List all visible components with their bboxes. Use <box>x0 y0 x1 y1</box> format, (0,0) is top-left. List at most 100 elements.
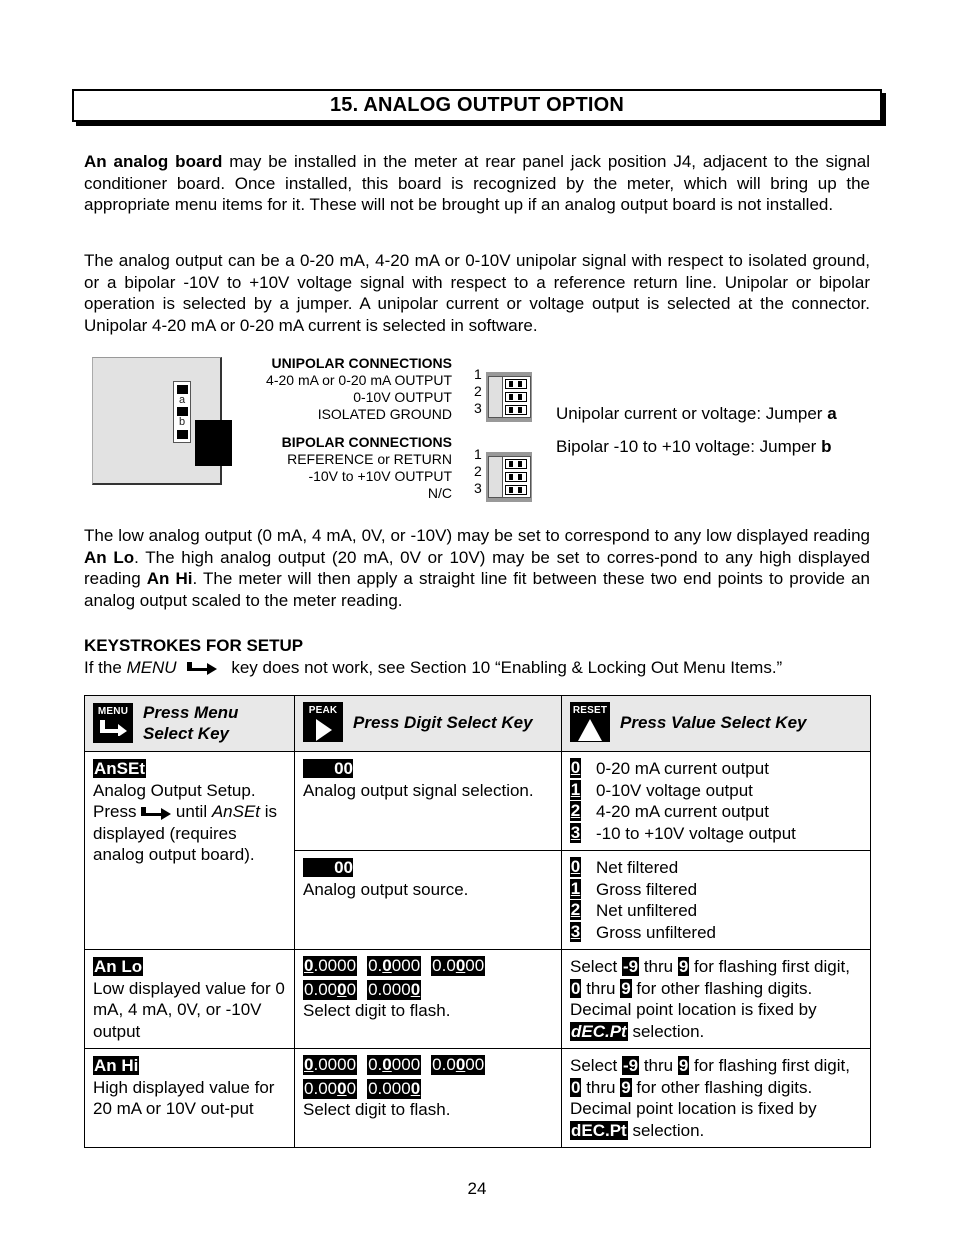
unipolar-pin-3: ISOLATED GROUND <box>317 406 452 422</box>
digit-option: 0.0000 <box>431 956 486 976</box>
option-item: 2 Net unfiltered <box>570 900 698 920</box>
digit-option: 0.0000 <box>367 1079 422 1099</box>
bipolar-heading: BIPOLAR CONNECTIONS <box>281 434 452 450</box>
unipolar-pin-1: 4-20 mA or 0-20 mA OUTPUT <box>266 372 452 388</box>
bipolar-pin-1: REFERENCE or RETURN <box>287 451 452 467</box>
digit-option: 0.0000 <box>303 980 358 1000</box>
keystrokes-note: If the MENU key does not work, see Secti… <box>84 658 783 677</box>
unipolar-connector-icon: 1 2 3 <box>474 366 534 422</box>
page-number: 24 <box>467 1179 487 1198</box>
digit-note: Select digit to flash. <box>303 1001 451 1020</box>
table-row-anset: AnSEt Analog Output Setup. Press until A… <box>84 751 871 950</box>
bipolar-connector-icon: 1 2 3 <box>474 446 534 502</box>
decpt-display: dEC.Pt <box>570 1021 628 1041</box>
pin-number: 1 <box>474 446 482 462</box>
anhi-digits-cell: 0.0000 0.0000 0.0000 0.0000 0.0000 Select di… <box>294 1048 562 1148</box>
unipolar-pin-2: 0-10V OUTPUT <box>353 389 452 405</box>
an-lo-ref: An Lo <box>84 547 135 567</box>
digit-option: 0.0000 <box>367 956 422 976</box>
keystrokes-heading: KEYSTROKES FOR SETUP <box>84 636 304 655</box>
anset-cell: AnSEt Analog Output Setup. Press until A… <box>84 751 295 950</box>
decpt-display: dEC.Pt <box>570 1120 628 1140</box>
digit-option: 0.0000 <box>303 956 358 976</box>
unipolar-heading: UNIPOLAR CONNECTIONS <box>271 355 452 371</box>
pin-number: 3 <box>474 400 482 416</box>
digit-note: Select digit to flash. <box>303 1100 451 1119</box>
source-display: 00 <box>303 858 353 877</box>
pin-number: 2 <box>474 463 482 479</box>
keystrokes-table: MENU Press Menu Select Key PEAK Press Di… <box>84 695 871 1148</box>
jumper-pin <box>177 430 188 439</box>
jumper-pin <box>177 385 188 394</box>
jumper-block: a b <box>173 381 191 443</box>
source-desc: Analog output source. <box>303 879 469 899</box>
signal-selection-cell: 00 Analog output signal selection. <box>294 751 562 851</box>
header-label: Press Menu Select Key <box>143 703 239 743</box>
table-header-row: MENU Press Menu Select Key PEAK Press Di… <box>84 695 871 752</box>
signal-options-cell: 0 0-20 mA current output 1 0-10V voltage o… <box>561 751 871 851</box>
option-item: 1 Gross filtered <box>570 878 698 899</box>
jumper-pin <box>177 407 188 416</box>
jumper-a-label: a <box>827 404 837 423</box>
table-row-anhi: An Hi High displayed value for 20 mA or … <box>84 1048 871 1148</box>
pin-number: 1 <box>474 366 482 382</box>
anlo-desc: Low displayed value for 0 mA, 4 mA, 0V, … <box>93 978 285 1041</box>
option-item: 0 Net filtered <box>570 857 679 877</box>
anlo-cell: An Lo Low displayed value for 0 mA, 4 mA… <box>84 949 295 1049</box>
jumper-b-label: b <box>821 437 832 456</box>
scaling-paragraph: The low analog output (0 mA, 4 mA, 0V, o… <box>84 526 870 610</box>
digit-select-list: 0.0000 0.0000 0.0000 0.0000 0.0000 <box>303 956 513 1000</box>
option-item: 0 0-20 mA current output <box>570 758 769 778</box>
bipolar-jumper-note: Bipolar -10 to +10 voltage: Jumper b <box>556 437 832 456</box>
unipolar-connections-labels: UNIPOLAR CONNECTIONS 4-20 mA or 0-20 mA … <box>266 355 452 423</box>
signal-display: 00 <box>303 759 353 778</box>
option-item: 2 4-20 mA current output <box>570 801 769 821</box>
unipolar-jumper-note: Unipolar current or voltage: Jumper a <box>556 404 837 423</box>
bipolar-pin-3: N/C <box>427 485 452 501</box>
menu-key-icon: MENU <box>93 703 133 743</box>
menu-key-name: MENU <box>126 658 177 677</box>
bipolar-pin-2: -10V to +10V OUTPUT <box>308 468 452 484</box>
digit-select-list: 0.0000 0.0000 0.0000 0.0000 0.0000 <box>303 1055 513 1099</box>
digit-option: 0.0000 <box>303 1079 358 1099</box>
option-item: 1 0-10V voltage output <box>570 779 753 800</box>
intro-paragraph: An analog board may be installed in the … <box>84 151 870 216</box>
output-types-paragraph: The analog output can be a 0-20 mA, 4-20… <box>84 251 870 335</box>
an-hi-ref: An Hi <box>146 569 193 588</box>
digit-option: 0.0000 <box>367 1055 422 1075</box>
source-options-cell: 0 Net filtered 1 Gross filtered 2 Net unfil… <box>561 850 871 950</box>
digit-option: 0.0000 <box>303 1055 358 1075</box>
signal-desc: Analog output signal selection. <box>303 780 534 800</box>
pin-number: 2 <box>474 383 482 399</box>
anhi-desc: High displayed value for 20 mA or 10V ou… <box>93 1077 275 1119</box>
header-menu-key: MENU Press Menu Select Key <box>84 695 295 752</box>
anset-display: AnSEt <box>93 759 146 778</box>
anlo-value-cell: Select -9 thru 9 for flashing first digi… <box>561 949 871 1049</box>
digit-option: 0.0000 <box>431 1055 486 1075</box>
intro-bold: An analog board <box>84 152 223 171</box>
pin-number: 3 <box>474 480 482 496</box>
anlo-display: An Lo <box>93 957 144 976</box>
header-peak-key: PEAK Press Digit Select Key <box>294 695 562 752</box>
jumper-label-a: a <box>178 394 186 406</box>
connector-jack <box>195 420 232 466</box>
option-item: 3 -10 to +10V voltage output <box>570 822 796 843</box>
anhi-cell: An Hi High displayed value for 20 mA or … <box>84 1048 295 1148</box>
peak-key-icon: PEAK <box>303 702 343 742</box>
source-selection-cell: 00 Analog output source. <box>294 850 562 950</box>
option-item: 3 Gross unfiltered <box>570 921 716 942</box>
table-row-anlo: An Lo Low displayed value for 0 mA, 4 mA… <box>84 949 871 1049</box>
reset-key-icon: RESET <box>570 702 610 742</box>
section-title: 15. ANALOG OUTPUT OPTION <box>329 94 625 116</box>
anhi-display: An Hi <box>93 1056 140 1075</box>
jumper-label-b: b <box>178 416 186 428</box>
bipolar-connections-labels: BIPOLAR CONNECTIONS REFERENCE or RETURN … <box>282 434 452 502</box>
section-title-box: 15. ANALOG OUTPUT OPTION <box>72 89 882 122</box>
header-label: Press Value Select Key <box>620 712 807 732</box>
header-reset-key: RESET Press Value Select Key <box>561 695 871 752</box>
anlo-digits-cell: 0.0000 0.0000 0.0000 0.0000 0.0000 Select di… <box>294 949 562 1049</box>
header-label: Press Digit Select Key <box>353 712 533 732</box>
anhi-value-cell: Select -9 thru 9 for flashing first digi… <box>561 1048 871 1148</box>
right-arrow-icon <box>141 806 172 820</box>
digit-option: 0.0000 <box>367 980 422 1000</box>
